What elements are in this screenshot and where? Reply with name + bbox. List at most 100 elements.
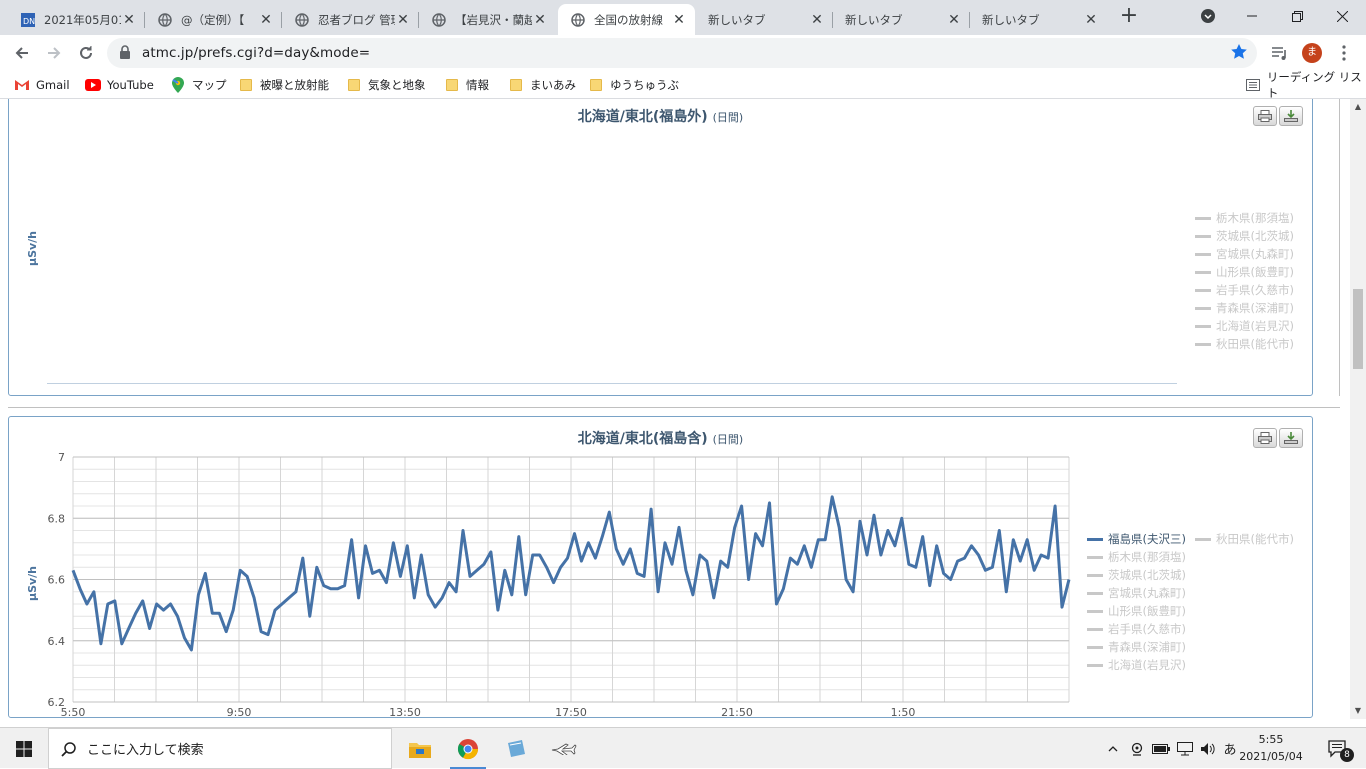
close-icon[interactable]: ✕ [809, 12, 825, 28]
export-button[interactable] [1279, 428, 1303, 448]
legend-item[interactable]: 秋田県(能代市) [1195, 335, 1294, 353]
tab-title: 新しいタブ [845, 12, 903, 27]
scroll-up-icon[interactable]: ▲ [1350, 99, 1366, 115]
legend-item-fukushima[interactable]: 福島県(夫沢三) [1087, 530, 1186, 548]
tab-1[interactable]: DN 2021年05月01 ✕ [8, 4, 145, 35]
bookmark-folder-4[interactable]: まいあみ [508, 76, 576, 94]
minimize-button[interactable] [1230, 0, 1274, 32]
close-icon[interactable]: ✕ [671, 12, 687, 28]
close-icon[interactable]: ✕ [532, 12, 548, 28]
x-tick-label: 13:50 [389, 706, 421, 719]
close-icon[interactable]: ✕ [258, 12, 274, 28]
media-control-button[interactable] [1266, 39, 1294, 67]
search-icon [61, 741, 76, 757]
tab-title: 忍者ブログ 管理 [318, 12, 395, 27]
close-icon[interactable]: ✕ [121, 12, 137, 28]
file-explorer-button[interactable] [396, 728, 444, 769]
export-button[interactable] [1279, 106, 1303, 126]
gmail-icon [14, 77, 30, 93]
legend-item[interactable]: 栃木県(那須塩) [1195, 209, 1294, 227]
legend-item[interactable]: 宮城県(丸森町) [1195, 245, 1294, 263]
legend-item[interactable]: 山形県(飯豊町) [1087, 602, 1186, 620]
bookmark-folder-3[interactable]: 情報 [444, 76, 489, 94]
page-scrollbar[interactable]: ▲ ▼ [1350, 99, 1366, 719]
tab-7[interactable]: 新しいタブ ✕ [833, 4, 970, 35]
tab-search-button[interactable] [1186, 0, 1230, 32]
download-icon [1284, 110, 1298, 122]
battery-button[interactable] [1150, 728, 1172, 769]
volume-button[interactable] [1197, 728, 1219, 769]
bookmark-youtube[interactable]: YouTube [85, 76, 154, 94]
tab-2[interactable]: @（定例）【 ✕ [145, 4, 282, 35]
show-hidden-icons-button[interactable] [1103, 728, 1123, 769]
legend-item[interactable]: 茨城県(北茨城) [1195, 227, 1294, 245]
legend-item[interactable]: 北海道(岩見沢) [1087, 656, 1186, 674]
legend-item[interactable]: 青森県(深浦町) [1195, 299, 1294, 317]
app-button-3[interactable] [492, 728, 540, 769]
bookmark-gmail[interactable]: Gmail [14, 76, 70, 94]
legend-item[interactable]: 茨城県(北茨城) [1087, 566, 1186, 584]
bookmark-maps[interactable]: マップ [170, 76, 227, 94]
menu-button[interactable] [1330, 39, 1358, 67]
bookmark-star-icon[interactable] [1230, 43, 1248, 64]
app-button-4[interactable] [540, 728, 588, 769]
start-button[interactable] [0, 728, 48, 769]
close-icon [1336, 10, 1348, 22]
profile-button[interactable]: ま [1298, 39, 1326, 67]
legend-item[interactable]: 北海道(岩見沢) [1195, 317, 1294, 335]
close-icon[interactable]: ✕ [395, 12, 411, 28]
reading-list-button[interactable]: リーディング リスト [1246, 70, 1366, 100]
tab-title: 新しいタブ [982, 12, 1040, 27]
tab-3[interactable]: 忍者ブログ 管理 ✕ [282, 4, 419, 35]
back-button[interactable] [8, 39, 36, 67]
legend-item[interactable]: 青森県(深浦町) [1087, 638, 1186, 656]
legend-item[interactable]: 岩手県(久慈市) [1087, 620, 1186, 638]
legend-item[interactable]: 宮城県(丸森町) [1087, 584, 1186, 602]
tab-5-active[interactable]: 全国の放射線 ✕ [558, 4, 695, 35]
print-button[interactable] [1253, 106, 1277, 126]
network-button[interactable] [1174, 728, 1196, 769]
windows-logo-icon [16, 740, 32, 757]
notification-center-button[interactable]: 8 [1318, 728, 1358, 769]
taskbar-search[interactable]: ここに入力して検索 [48, 728, 392, 769]
chart-panel-top: 北海道/東北(福島外) (日間) μSv/h 栃木県(那須塩) 茨城県(北茨城)… [8, 99, 1313, 396]
chrome-button[interactable] [444, 728, 492, 769]
svg-text:DN: DN [23, 17, 35, 26]
restore-button[interactable] [1275, 0, 1319, 32]
clock-date: 2021/05/04 [1239, 750, 1303, 763]
tray-app-icon[interactable] [1126, 728, 1148, 769]
close-icon[interactable]: ✕ [1083, 12, 1099, 28]
print-button[interactable] [1253, 428, 1277, 448]
lock-icon[interactable] [119, 45, 131, 62]
tab-strip: DN 2021年05月01 ✕ @（定例）【 ✕ 忍者ブログ 管理 ✕ 【岩見沢… [0, 0, 1366, 35]
legend-item[interactable]: 秋田県(能代市) [1195, 530, 1294, 548]
legend-item[interactable]: 栃木県(那須塩) [1087, 548, 1186, 566]
forward-button[interactable] [40, 39, 68, 67]
clock[interactable]: 5:55 2021/05/04 [1236, 731, 1306, 765]
tab-6[interactable]: 新しいタブ ✕ [696, 4, 833, 35]
folder-icon [588, 77, 604, 93]
webcam-icon [1131, 742, 1143, 756]
close-window-button[interactable] [1320, 0, 1364, 32]
scrollbar-thumb[interactable] [1353, 289, 1363, 369]
globe-icon [431, 12, 447, 28]
bookmark-folder-5[interactable]: ゆうちゅうぶ [588, 76, 679, 94]
tab-4[interactable]: 【岩見沢・蘭越 ✕ [419, 4, 556, 35]
scroll-down-icon[interactable]: ▼ [1350, 703, 1366, 719]
x-tick-label: 21:50 [721, 706, 753, 719]
notebook-icon [508, 739, 525, 757]
reload-button[interactable] [72, 39, 100, 67]
url-text[interactable]: atmc.jp/prefs.cgi?d=day&mode= [142, 45, 370, 61]
address-bar[interactable]: atmc.jp/prefs.cgi?d=day&mode= [107, 38, 1257, 68]
tab-8[interactable]: 新しいタブ ✕ [970, 4, 1107, 35]
page-content: 北海道/東北(福島外) (日間) μSv/h 栃木県(那須塩) 茨城県(北茨城)… [0, 99, 1350, 719]
bookmark-folder-2[interactable]: 気象と地象 [346, 76, 426, 94]
section-divider [8, 407, 1340, 408]
close-icon[interactable]: ✕ [946, 12, 962, 28]
new-tab-button[interactable]: + [1117, 5, 1141, 29]
legend-item[interactable]: 岩手県(久慈市) [1195, 281, 1294, 299]
bookmark-folder-1[interactable]: 被曝と放射能 [238, 76, 329, 94]
line-chart: 6.26.46.66.875:50 9:50 13:50 17:50 21:50 1:50 [48, 451, 1071, 719]
legend-item[interactable]: 山形県(飯豊町) [1195, 263, 1294, 281]
x-tick-label: 9:50 [227, 706, 252, 719]
